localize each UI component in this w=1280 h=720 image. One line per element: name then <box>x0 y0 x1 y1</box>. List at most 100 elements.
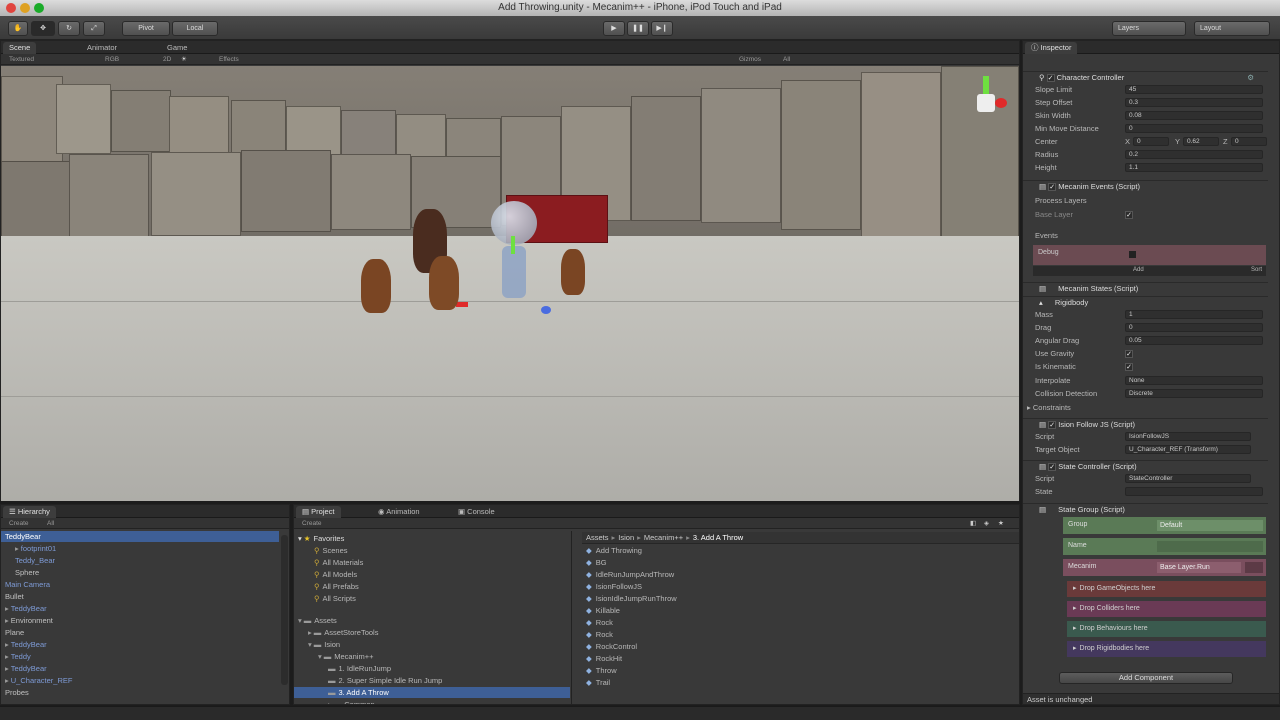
gizmos-dropdown[interactable]: Gizmos <box>739 55 761 64</box>
base-layer-checkbox[interactable]: ✓ <box>1125 209 1133 220</box>
drop-zone[interactable]: ▸ Drop GameObjects here <box>1067 581 1266 597</box>
character-controller-header[interactable]: ⚲ ✓ Character Controller ⚙ <box>1023 71 1268 83</box>
breadcrumb-item[interactable]: 3. Add A Throw <box>693 533 743 542</box>
center-x-field[interactable]: 0 <box>1133 137 1169 146</box>
state-group-header[interactable]: ▤ State Group (Script) <box>1023 503 1268 515</box>
expand-arrow-icon[interactable]: ▾ <box>318 652 322 661</box>
character-controller-enabled-checkbox[interactable]: ✓ <box>1046 74 1055 83</box>
slope-limit-field[interactable]: 45 <box>1125 85 1263 94</box>
expand-arrow-icon[interactable]: ▸ <box>308 628 312 637</box>
tab-animation[interactable]: ◉ Animation <box>372 506 426 518</box>
move-gizmo-z[interactable] <box>541 306 551 314</box>
mecanim-events-enabled-checkbox[interactable]: ✓ <box>1048 183 1057 192</box>
project-folder-item[interactable]: ▬ 3. Add A Throw <box>294 687 570 698</box>
debug-event-row[interactable]: Debug <box>1033 245 1266 265</box>
hand-tool-button[interactable]: ✋ <box>8 21 28 36</box>
project-folder-item[interactable]: ▬ 2. Super Simple Idle Run Jump <box>294 675 570 686</box>
tab-hierarchy[interactable]: ☰ Hierarchy <box>3 506 56 518</box>
drop-zone[interactable]: ▸ Drop Behaviours here <box>1067 621 1266 637</box>
hierarchy-item[interactable]: ▸ Teddy <box>1 651 279 662</box>
drag-field[interactable]: 0 <box>1125 323 1263 332</box>
tab-game[interactable]: Game <box>161 42 193 54</box>
expand-arrow-icon[interactable]: ▸ <box>5 616 9 625</box>
skin-width-field[interactable]: 0.08 <box>1125 111 1263 120</box>
project-folder-item[interactable]: ▾ ▬ Mecanim++ <box>294 651 570 662</box>
hierarchy-scrollbar[interactable] <box>281 535 288 685</box>
project-folder-item[interactable]: ▸ ▬ AssetStoreTools <box>294 627 570 638</box>
expand-arrow-icon[interactable]: ▾ <box>298 616 302 625</box>
tab-animator[interactable]: Animator <box>81 42 123 54</box>
breadcrumb-item[interactable]: Assets <box>586 533 609 542</box>
layout-dropdown[interactable]: Layout <box>1194 21 1270 36</box>
hierarchy-item[interactable]: Bullet <box>1 591 279 602</box>
rigidbody-header[interactable]: ▴ Rigidbody <box>1023 296 1268 308</box>
project-file-item[interactable]: ◆ Add Throwing <box>586 545 642 556</box>
is-kinematic-checkbox[interactable]: ✓ <box>1125 361 1133 372</box>
add-component-button[interactable]: Add Component <box>1059 672 1233 684</box>
interpolate-dropdown[interactable]: None <box>1125 376 1263 385</box>
mass-field[interactable]: 1 <box>1125 310 1263 319</box>
drop-zone[interactable]: ▸ Drop Rigidbodies here <box>1067 641 1266 657</box>
tab-inspector[interactable]: ⓘ Inspector <box>1025 42 1078 54</box>
project-create-button[interactable]: Create <box>302 519 322 528</box>
state-controller-script-field[interactable]: StateController <box>1125 474 1251 483</box>
scene-search-field[interactable]: All <box>783 55 790 64</box>
hierarchy-item[interactable]: TeddyBear <box>1 531 279 542</box>
hierarchy-item[interactable]: Sphere <box>1 567 279 578</box>
move-gizmo-x[interactable] <box>456 302 468 307</box>
close-window-icon[interactable] <box>6 3 16 13</box>
drop-zone[interactable]: ▸ Drop Colliders here <box>1067 601 1266 617</box>
tab-console[interactable]: ▣ Console <box>452 506 501 518</box>
render-mode-dropdown[interactable]: RGB <box>105 55 119 64</box>
shading-mode-dropdown[interactable]: Textured <box>9 55 34 64</box>
favorites-folder[interactable]: ▾ ★ Favorites <box>298 533 344 544</box>
hierarchy-item[interactable]: ▸ TeddyBear <box>1 603 279 614</box>
search-by-label-icon[interactable]: ◈ <box>984 519 989 528</box>
angular-drag-field[interactable]: 0.05 <box>1125 336 1263 345</box>
project-file-item[interactable]: ◆ Rock <box>586 629 613 640</box>
state-group-mecanim-row[interactable]: Mecanim Base Layer.Run <box>1063 559 1266 576</box>
pivot-toggle[interactable]: Pivot <box>122 21 170 36</box>
project-file-item[interactable]: ◆ IdleRunJumpAndThrow <box>586 569 674 580</box>
scene-orientation-gizmo[interactable] <box>963 76 1009 126</box>
project-file-item[interactable]: ◆ Throw <box>586 665 617 676</box>
lighting-icon[interactable]: ☀ <box>181 55 187 64</box>
teddy-bear[interactable] <box>561 249 585 295</box>
breadcrumb-item[interactable]: Ision <box>618 533 634 542</box>
expand-arrow-icon[interactable]: ▸ <box>5 652 9 661</box>
settings-gear-icon[interactable]: ⚙ <box>1247 72 1254 84</box>
collision-detection-dropdown[interactable]: Discrete <box>1125 389 1263 398</box>
radius-field[interactable]: 0.2 <box>1125 150 1263 159</box>
project-file-item[interactable]: ◆ Killable <box>586 605 620 616</box>
state-group-name-row[interactable]: Name <box>1063 538 1266 555</box>
pause-button[interactable]: ❚❚ <box>627 21 649 36</box>
hierarchy-item[interactable]: Teddy_Bear <box>1 555 279 566</box>
min-move-distance-field[interactable]: 0 <box>1125 124 1263 133</box>
play-button[interactable]: ▶ <box>603 21 625 36</box>
tab-scene[interactable]: Scene <box>3 42 37 54</box>
group-value-field[interactable]: Default <box>1157 520 1263 531</box>
favorite-item[interactable]: ⚲ Scenes <box>314 545 348 556</box>
ision-follow-header[interactable]: ▤ ✓ Ision Follow JS (Script) <box>1023 418 1268 430</box>
tab-project[interactable]: ▤ Project <box>296 506 341 518</box>
teddy-bear[interactable] <box>361 259 391 313</box>
hierarchy-item[interactable]: ▸ Environment <box>1 615 279 626</box>
hierarchy-create-button[interactable]: Create <box>9 519 29 528</box>
expand-arrow-icon[interactable]: ▸ <box>5 640 9 649</box>
step-button[interactable]: ▶❙ <box>651 21 673 36</box>
project-file-item[interactable]: ◆ IsionFollowJS <box>586 581 642 592</box>
expand-arrow-icon[interactable]: ▸ <box>328 700 332 704</box>
hierarchy-item[interactable]: Plane <box>1 627 279 638</box>
hierarchy-search-input[interactable]: All <box>47 519 54 528</box>
project-file-item[interactable]: ◆ RockControl <box>586 641 637 652</box>
state-group-group-row[interactable]: Group Default <box>1063 517 1266 534</box>
project-file-item[interactable]: ◆ BG <box>586 557 607 568</box>
favorite-item[interactable]: ⚲ All Materials <box>314 557 363 568</box>
layers-dropdown[interactable]: Layers <box>1112 21 1186 36</box>
mecanim-value-swatch[interactable] <box>1245 562 1263 573</box>
name-value-field[interactable] <box>1157 541 1263 552</box>
scene-viewport[interactable] <box>1 66 1019 501</box>
debug-color-swatch[interactable] <box>1129 251 1136 258</box>
mecanim-events-header[interactable]: ▤ ✓ Mecanim Events (Script) <box>1023 180 1268 192</box>
sort-events-button[interactable]: Sort <box>1251 267 1262 273</box>
